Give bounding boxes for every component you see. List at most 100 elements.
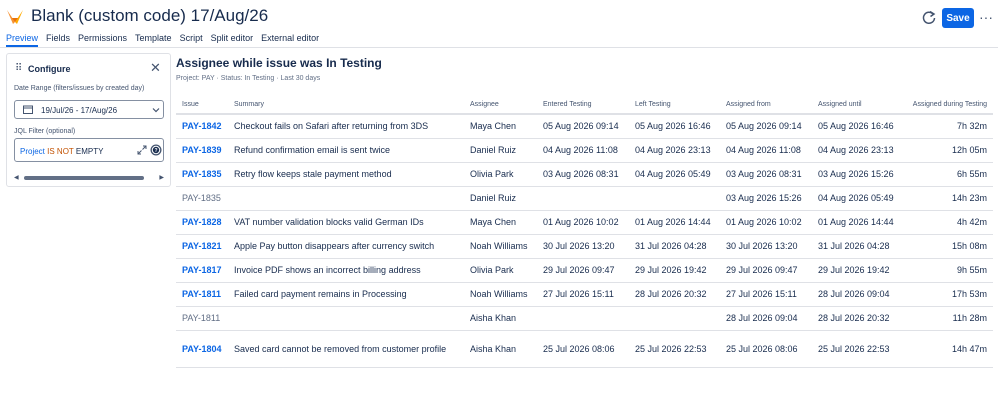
cell-issue-key[interactable]: PAY-1804 xyxy=(176,330,228,368)
jql-query: Project IS NOT EMPTY xyxy=(20,147,103,156)
jql-label: JQL Filter (optional) xyxy=(14,128,76,135)
close-icon[interactable]: ✕ xyxy=(150,60,161,76)
cell-assigned-from: 29 Jul 2026 09:47 xyxy=(720,258,812,283)
table-row: PAY-1804 Saved card cannot be removed fro… xyxy=(176,330,993,368)
cell-summary xyxy=(228,306,464,331)
tab-preview[interactable]: Preview xyxy=(6,33,39,47)
tab-split-editor[interactable]: Split editor xyxy=(211,33,254,47)
col-header-entered-testing[interactable]: Entered Testing xyxy=(537,96,629,115)
col-header-assigned-from[interactable]: Assigned from xyxy=(720,96,812,115)
cell-entered-testing xyxy=(537,306,629,331)
tab-external-editor[interactable]: External editor xyxy=(261,33,319,47)
cell-assigned-until: 28 Jul 2026 20:32 xyxy=(812,306,903,331)
col-header-assigned-until[interactable]: Assigned until xyxy=(812,96,903,115)
cell-issue-key[interactable]: PAY-1835 xyxy=(176,162,228,187)
tab-fields[interactable]: Fields xyxy=(46,33,70,47)
cell-assigned-from: 27 Jul 2026 15:11 xyxy=(720,282,812,307)
calendar-icon xyxy=(23,105,33,114)
cell-summary: Invoice PDF shows an incorrect billing a… xyxy=(228,258,464,283)
col-header-summary[interactable]: Summary xyxy=(228,96,464,115)
more-options-icon[interactable]: ··· xyxy=(978,8,994,28)
chevron-down-icon xyxy=(152,108,160,113)
cell-summary: Retry flow keeps stale payment method xyxy=(228,162,464,187)
drag-handle-icon[interactable]: ⠿ xyxy=(15,64,22,74)
cell-issue-key[interactable]: PAY-1828 xyxy=(176,210,228,235)
scroll-right-icon[interactable]: ▶ xyxy=(159,174,164,181)
date-range-value: 19/Jul/26 - 17/Aug/26 xyxy=(41,106,118,115)
cell-assigned-from: 05 Aug 2026 09:14 xyxy=(720,114,812,139)
cell-assignee: Daniel Ruiz xyxy=(464,186,537,211)
cell-issue-key[interactable]: PAY-1811 xyxy=(176,282,228,307)
cell-assigned-until: 28 Jul 2026 09:04 xyxy=(812,282,903,307)
tab-divider xyxy=(0,47,998,48)
cell-issue-key[interactable]: PAY-1839 xyxy=(176,138,228,163)
cell-assigned-from: 03 Aug 2026 15:26 xyxy=(720,186,812,211)
cell-assigned-until: 25 Jul 2026 22:53 xyxy=(812,330,903,368)
date-range-select[interactable]: 19/Jul/26 - 17/Aug/26 xyxy=(14,100,164,119)
cell-assignee: Aisha Khan xyxy=(464,330,537,368)
scroll-left-icon[interactable]: ◀ xyxy=(14,174,19,181)
cell-left-testing: 28 Jul 2026 20:32 xyxy=(629,282,720,307)
tab-permissions[interactable]: Permissions xyxy=(78,33,127,47)
help-icon-label: ? xyxy=(154,148,157,154)
cell-entered-testing: 01 Aug 2026 10:02 xyxy=(537,210,629,235)
cell-assigned-from: 01 Aug 2026 10:02 xyxy=(720,210,812,235)
jql-filter-input[interactable]: Project IS NOT EMPTY ? xyxy=(14,138,164,162)
cell-assigned-until: 31 Jul 2026 04:28 xyxy=(812,234,903,259)
table-row: PAY-1839 Refund confirmation email is sen… xyxy=(176,138,993,163)
cell-summary xyxy=(228,186,464,211)
cell-assigned-duration: 12h 05m xyxy=(903,138,993,163)
page-title: Blank (custom code) 17/Aug/26 xyxy=(31,6,269,25)
col-header-assignee[interactable]: Assignee xyxy=(464,96,537,115)
cell-assignee: Maya Chen xyxy=(464,114,537,139)
report-meta: Project: PAY · Status: In Testing · Last… xyxy=(176,75,321,82)
cell-left-testing: 31 Jul 2026 04:28 xyxy=(629,234,720,259)
cell-summary: Failed card payment remains in Processin… xyxy=(228,282,464,307)
horizontal-scrollbar[interactable]: ◀ ▶ xyxy=(14,174,164,182)
cell-summary: VAT number validation blocks valid Germa… xyxy=(228,210,464,235)
help-icon[interactable]: ? xyxy=(150,144,162,156)
jql-keyword: EMPTY xyxy=(75,147,104,156)
scrollbar-thumb[interactable] xyxy=(24,176,144,180)
configure-panel: ⠿ Configure ✕ Date Range (filters/issues… xyxy=(6,53,171,187)
cell-summary: Apple Pay button disappears after curren… xyxy=(228,234,464,259)
assignee-table: Issue Summary Assignee Entered Testing L… xyxy=(176,96,993,368)
cell-assigned-until: 05 Aug 2026 16:46 xyxy=(812,114,903,139)
cell-assignee: Maya Chen xyxy=(464,210,537,235)
jql-operator: IS NOT xyxy=(47,147,74,156)
refresh-icon[interactable] xyxy=(920,9,938,27)
cell-assignee: Noah Williams xyxy=(464,234,537,259)
cell-assigned-until: 04 Aug 2026 23:13 xyxy=(812,138,903,163)
cell-assigned-duration: 15h 08m xyxy=(903,234,993,259)
cell-summary: Checkout fails on Safari after returning… xyxy=(228,114,464,139)
cell-assigned-duration: 17h 53m xyxy=(903,282,993,307)
cell-issue-key[interactable]: PAY-1817 xyxy=(176,258,228,283)
col-header-issue[interactable]: Issue xyxy=(176,96,228,115)
cell-left-testing: 04 Aug 2026 23:13 xyxy=(629,138,720,163)
cell-issue-key[interactable]: PAY-1842 xyxy=(176,114,228,139)
cell-assigned-duration: 6h 55m xyxy=(903,162,993,187)
save-button[interactable]: Save xyxy=(942,8,974,28)
cell-issue-key[interactable]: PAY-1821 xyxy=(176,234,228,259)
cell-assignee: Olivia Park xyxy=(464,258,537,283)
cell-assigned-until: 29 Jul 2026 19:42 xyxy=(812,258,903,283)
cell-entered-testing: 25 Jul 2026 08:06 xyxy=(537,330,629,368)
expand-icon[interactable] xyxy=(137,145,147,155)
cell-assigned-until: 01 Aug 2026 14:44 xyxy=(812,210,903,235)
col-header-assigned-during-testing[interactable]: Assigned during Testing xyxy=(903,96,993,115)
configure-title: Configure xyxy=(28,64,71,74)
cell-summary: Refund confirmation email is sent twice xyxy=(228,138,464,163)
cell-left-testing: 05 Aug 2026 16:46 xyxy=(629,114,720,139)
tab-template[interactable]: Template xyxy=(135,33,172,47)
cell-left-testing xyxy=(629,306,720,331)
col-header-left-testing[interactable]: Left Testing xyxy=(629,96,720,115)
cell-left-testing xyxy=(629,186,720,211)
cell-assigned-from: 03 Aug 2026 08:31 xyxy=(720,162,812,187)
cell-assigned-from: 25 Jul 2026 08:06 xyxy=(720,330,812,368)
cell-assignee: Aisha Khan xyxy=(464,306,537,331)
table-row: PAY-1835 Daniel Ruiz 03 Aug 2026 15:26 04 A… xyxy=(176,186,993,211)
cell-left-testing: 01 Aug 2026 14:44 xyxy=(629,210,720,235)
cell-assigned-duration: 14h 47m xyxy=(903,330,993,368)
tab-script[interactable]: Script xyxy=(180,33,203,47)
table-row: PAY-1842 Checkout fails on Safari after r… xyxy=(176,114,993,139)
